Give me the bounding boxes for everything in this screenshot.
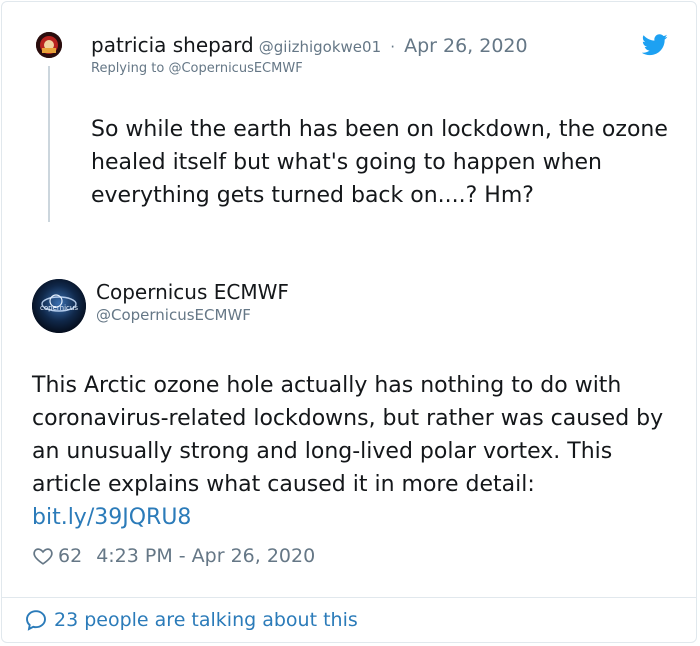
speech-bubble-icon <box>26 610 46 631</box>
copernicus-logo: copernicus <box>32 279 86 333</box>
main-avatar[interactable]: copernicus <box>32 279 86 333</box>
replying-to-prefix: Replying to <box>91 61 169 76</box>
article-link[interactable]: bit.ly/39JQRU8 <box>32 505 191 530</box>
reply-avatar-image <box>36 32 62 58</box>
twitter-bird-icon[interactable] <box>642 34 668 56</box>
reply-author-handle[interactable]: @giizhigokwe01 <box>259 38 381 56</box>
main-tweet-body: This Arctic ozone hole actually has noth… <box>32 373 664 497</box>
reply-header: patricia shepard @giizhigokwe01 · Apr 26… <box>91 33 528 57</box>
footer-divider <box>1 597 697 598</box>
conversation-link[interactable]: 23 people are talking about this <box>24 608 358 632</box>
tweet-meta-row: 62 4:23 PM - Apr 26, 2020 <box>32 545 315 567</box>
thread-line <box>48 66 50 222</box>
logo-wordmark: copernicus <box>40 304 78 312</box>
main-author-name[interactable]: Copernicus ECMWF <box>96 280 289 304</box>
replying-to-line: Replying to @CopernicusECMWF <box>91 61 303 76</box>
reply-author-name[interactable]: patricia shepard <box>91 33 254 57</box>
tweet-timestamp[interactable]: 4:23 PM - Apr 26, 2020 <box>96 545 315 567</box>
replying-to-link[interactable]: @CopernicusECMWF <box>168 61 302 76</box>
main-author-handle[interactable]: @CopernicusECMWF <box>96 306 251 324</box>
reply-separator: · <box>390 38 395 56</box>
reply-tweet-text: So while the earth has been on lockdown,… <box>91 117 668 208</box>
main-tweet-text: This Arctic ozone hole actually has noth… <box>32 369 682 534</box>
reply-date[interactable]: Apr 26, 2020 <box>404 35 528 57</box>
like-count[interactable]: 62 <box>58 545 82 567</box>
heart-icon[interactable] <box>32 545 54 567</box>
conversation-count-text: 23 people are talking about this <box>54 609 358 631</box>
reply-avatar[interactable] <box>36 32 62 58</box>
